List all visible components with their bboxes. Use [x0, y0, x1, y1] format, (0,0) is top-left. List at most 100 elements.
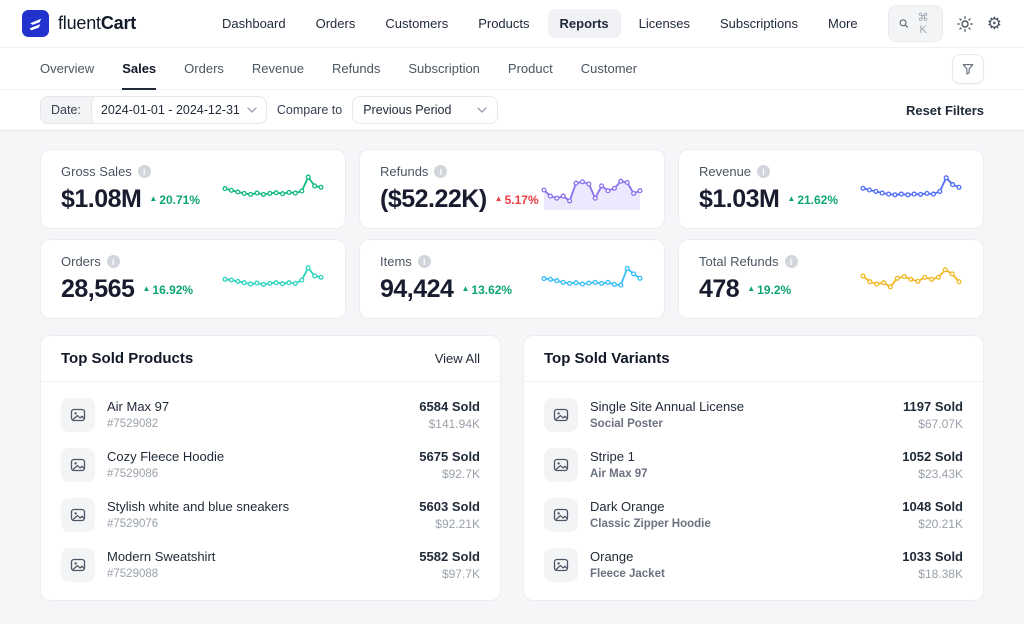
- product-row[interactable]: Stylish white and blue sneakers #7529076…: [41, 490, 500, 540]
- stat-delta: ▲21.62%: [787, 193, 838, 207]
- stat-value: $1.03M: [699, 185, 779, 214]
- tab-product[interactable]: Product: [508, 48, 553, 90]
- date-range-value[interactable]: 2024-01-01 - 2024-12-31: [91, 97, 266, 123]
- reset-filters-button[interactable]: Reset Filters: [906, 103, 984, 118]
- tab-refunds[interactable]: Refunds: [332, 48, 380, 90]
- variant-row[interactable]: Stripe 1 Air Max 97 1052 Sold $23.43K: [524, 440, 983, 490]
- nav-item-dashboard[interactable]: Dashboard: [210, 9, 298, 38]
- product-row[interactable]: Modern Sweatshirt #7529088 5582 Sold $97…: [41, 540, 500, 590]
- tab-orders[interactable]: Orders: [184, 48, 224, 90]
- product-image-placeholder: [61, 398, 95, 432]
- stat-card-items: Items i 94,424 ▲13.62%: [359, 239, 665, 319]
- variant-row[interactable]: Single Site Annual License Social Poster…: [524, 390, 983, 440]
- product-sold-count: 5582 Sold: [419, 548, 480, 566]
- product-id: #7529086: [107, 466, 407, 482]
- stat-value: 94,424: [380, 275, 453, 304]
- variant-parent-product: Fleece Jacket: [590, 566, 890, 582]
- info-icon[interactable]: i: [434, 165, 447, 178]
- variant-sales-amount: $20.21K: [902, 516, 963, 532]
- triangle-up-icon: ▲: [149, 194, 157, 203]
- product-name: Air Max 97: [107, 398, 407, 416]
- stat-value: 478: [699, 275, 739, 304]
- variant-image-placeholder: [544, 398, 578, 432]
- stat-label: Items: [380, 254, 412, 269]
- variant-sales-amount: $23.43K: [902, 466, 963, 482]
- info-icon[interactable]: i: [418, 255, 431, 268]
- nav-item-licenses[interactable]: Licenses: [627, 9, 702, 38]
- triangle-up-icon: ▲: [495, 194, 503, 203]
- sun-icon: [957, 16, 973, 32]
- stat-label: Total Refunds: [699, 254, 779, 269]
- info-icon[interactable]: i: [757, 165, 770, 178]
- filter-button[interactable]: [952, 54, 984, 84]
- variant-sold-count: 1052 Sold: [902, 448, 963, 466]
- stat-label: Revenue: [699, 164, 751, 179]
- sparkline-items: [540, 255, 644, 303]
- info-icon[interactable]: i: [138, 165, 151, 178]
- stat-card-gross-sales: Gross Sales i $1.08M ▲20.71%: [40, 149, 346, 229]
- view-all-link[interactable]: View All: [435, 351, 480, 366]
- gear-icon: ⚙: [987, 15, 1002, 32]
- sparkline-total-refunds: [859, 255, 963, 303]
- product-id: #7529076: [107, 516, 407, 532]
- product-sales-amount: $97.7K: [419, 566, 480, 582]
- nav-actions: ⌘ K ⚙: [888, 5, 1002, 42]
- nav-item-customers[interactable]: Customers: [373, 9, 460, 38]
- sparkline-gross-sales: [221, 165, 325, 213]
- triangle-up-icon: ▲: [142, 284, 150, 293]
- nav-item-orders[interactable]: Orders: [304, 9, 368, 38]
- settings-button[interactable]: ⚙: [987, 15, 1002, 32]
- product-sold-count: 5603 Sold: [419, 498, 480, 516]
- nav-item-more[interactable]: More: [816, 9, 870, 38]
- product-image-placeholder: [61, 498, 95, 532]
- product-sold-count: 5675 Sold: [419, 448, 480, 466]
- product-row[interactable]: Air Max 97 #7529082 6584 Sold $141.94K: [41, 390, 500, 440]
- image-icon: [70, 557, 86, 573]
- variant-parent-product: Air Max 97: [590, 466, 890, 482]
- filter-bar: Date: 2024-01-01 - 2024-12-31 Compare to…: [0, 90, 1024, 131]
- stat-delta: ▲16.92%: [142, 283, 193, 297]
- variant-parent-product: Classic Zipper Hoodie: [590, 516, 890, 532]
- image-icon: [70, 407, 86, 423]
- search-button[interactable]: ⌘ K: [888, 5, 943, 42]
- date-range-filter[interactable]: Date: 2024-01-01 - 2024-12-31: [40, 96, 267, 124]
- top-nav: fluentCart Dashboard Orders Customers Pr…: [0, 0, 1024, 48]
- image-icon: [70, 457, 86, 473]
- report-tabs: Overview Sales Orders Revenue Refunds Su…: [40, 48, 637, 89]
- tab-subscription[interactable]: Subscription: [408, 48, 480, 90]
- compare-to-label: Compare to: [277, 103, 342, 117]
- product-name: Cozy Fleece Hoodie: [107, 448, 407, 466]
- triangle-up-icon: ▲: [461, 284, 469, 293]
- variant-name: Stripe 1: [590, 448, 890, 466]
- product-sales-amount: $92.7K: [419, 466, 480, 482]
- info-icon[interactable]: i: [107, 255, 120, 268]
- top-sold-products-panel: Top Sold Products View All Air Max 97 #7…: [40, 335, 501, 601]
- main-nav: Dashboard Orders Customers Products Repo…: [210, 9, 870, 38]
- variant-row[interactable]: Orange Fleece Jacket 1033 Sold $18.38K: [524, 540, 983, 590]
- nav-item-reports[interactable]: Reports: [548, 9, 621, 38]
- tab-customer[interactable]: Customer: [581, 48, 637, 90]
- funnel-icon: [961, 62, 975, 76]
- image-icon: [553, 507, 569, 523]
- nav-item-subscriptions[interactable]: Subscriptions: [708, 9, 810, 38]
- variant-sold-count: 1033 Sold: [902, 548, 963, 566]
- variant-row[interactable]: Dark Orange Classic Zipper Hoodie 1048 S…: [524, 490, 983, 540]
- stat-value: 28,565: [61, 275, 134, 304]
- brand-logo[interactable]: fluentCart: [22, 10, 192, 37]
- chevron-down-icon: [247, 107, 257, 113]
- theme-toggle-button[interactable]: [957, 16, 973, 32]
- tab-revenue[interactable]: Revenue: [252, 48, 304, 90]
- sparkline-revenue: [859, 165, 963, 213]
- tab-overview[interactable]: Overview: [40, 48, 94, 90]
- product-id: #7529082: [107, 416, 407, 432]
- panel-title: Top Sold Variants: [544, 350, 670, 367]
- product-row[interactable]: Cozy Fleece Hoodie #7529086 5675 Sold $9…: [41, 440, 500, 490]
- report-tabbar: Overview Sales Orders Revenue Refunds Su…: [0, 48, 1024, 90]
- variant-name: Orange: [590, 548, 890, 566]
- compare-to-select[interactable]: Previous Period: [352, 96, 498, 124]
- nav-item-products[interactable]: Products: [466, 9, 541, 38]
- fluentcart-logo-icon: [22, 10, 49, 37]
- product-name: Stylish white and blue sneakers: [107, 498, 407, 516]
- info-icon[interactable]: i: [785, 255, 798, 268]
- tab-sales[interactable]: Sales: [122, 48, 156, 90]
